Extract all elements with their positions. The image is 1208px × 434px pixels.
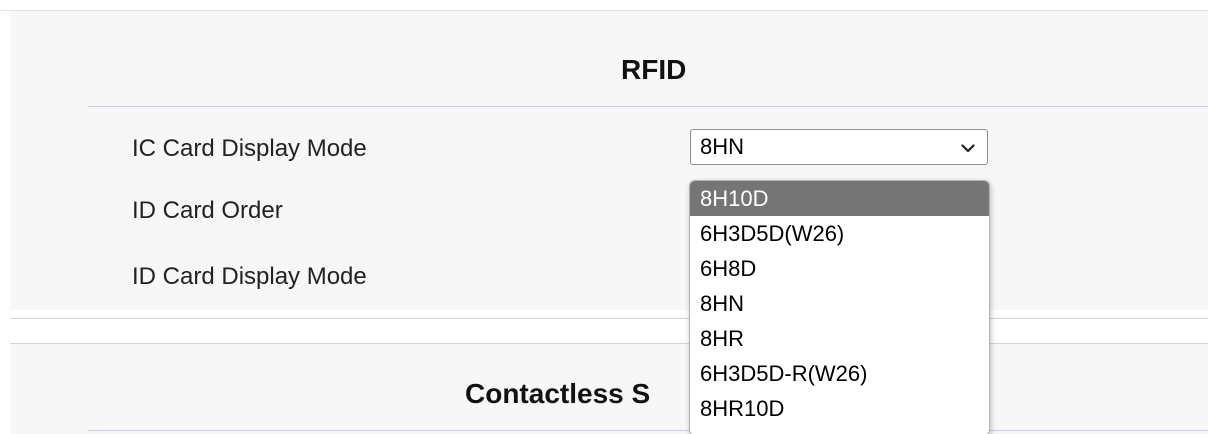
ic-card-display-mode-dropdown: 8H10D 6H3D5D(W26) 6H8D 8HN 8HR 6H3D5D-R(…: [689, 180, 990, 434]
dropdown-option-8hn[interactable]: 8HN: [690, 286, 989, 321]
ic-card-display-mode-label: IC Card Display Mode: [132, 135, 367, 162]
dropdown-option-8hr[interactable]: 8HR: [690, 321, 989, 356]
contactless-divider: [88, 430, 1208, 431]
dropdown-option-6h8d[interactable]: 6H8D: [690, 251, 989, 286]
dropdown-option-8hr10d[interactable]: 8HR10D: [690, 391, 989, 426]
id-card-display-mode-label: ID Card Display Mode: [132, 263, 367, 290]
top-border: [0, 10, 1208, 11]
rfid-section-title: RFID: [621, 54, 687, 85]
ic-card-display-mode-value: 8HN: [700, 134, 745, 159]
id-card-order-label: ID Card Order: [132, 197, 283, 224]
ic-card-display-mode-select[interactable]: 8HN: [690, 129, 988, 165]
rfid-divider: [88, 106, 1208, 107]
settings-page: RFID IC Card Display Mode 8HN ID Card Or…: [0, 0, 1208, 434]
contactless-section-title: Contactless S: [465, 378, 651, 409]
dropdown-option-8h10d[interactable]: 8H10D: [690, 181, 989, 216]
chevron-down-icon: [961, 144, 975, 153]
dropdown-option-6h3d5d-w26[interactable]: 6H3D5D(W26): [690, 216, 989, 251]
panel-separator: [10, 318, 1208, 319]
dropdown-option-6h3d5d-r-w26[interactable]: 6H3D5D-R(W26): [690, 356, 989, 391]
panel-separator-lower: [10, 343, 1208, 344]
